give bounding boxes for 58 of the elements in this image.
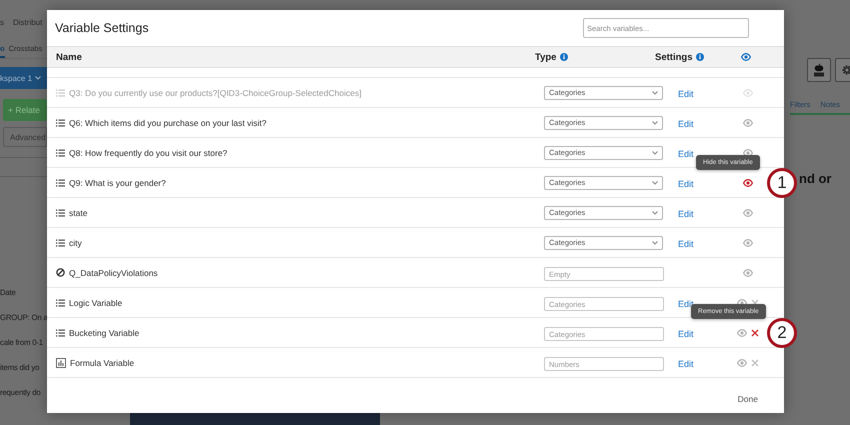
close-icon[interactable] [751, 328, 759, 336]
heading-text: nd or [798, 171, 832, 186]
variable-name: state [69, 208, 88, 218]
chevron-icon [652, 120, 658, 124]
variable-name: Q6: Which items did you purchase on your last visit? [69, 118, 266, 128]
eye-icon[interactable] [743, 148, 753, 156]
edit-link[interactable]: Edit [678, 148, 694, 158]
variable-name: Q_DataPolicyViolations [69, 268, 158, 278]
app-tab[interactable]: s [0, 18, 4, 32]
list-icon [56, 328, 65, 336]
edit-link[interactable]: Edit [678, 328, 694, 338]
list-icon [56, 208, 65, 216]
list-icon [56, 148, 65, 156]
app-tab[interactable]: Distribut [13, 18, 42, 32]
step-marker: 2 [767, 318, 797, 348]
edit-link[interactable]: Edit [678, 298, 694, 308]
blocked-icon [56, 268, 65, 277]
column-header: Name [55, 52, 83, 62]
workspace-dropdown[interactable]: kspace 1 [0, 67, 47, 89]
done-button[interactable]: Done [732, 392, 764, 404]
advanced-button[interactable]: Advanced [3, 127, 47, 147]
edit-link[interactable]: Edit [678, 238, 694, 248]
chevron-icon [652, 210, 658, 214]
toolbar-button[interactable] [807, 58, 831, 82]
eye-icon[interactable] [743, 178, 753, 186]
bar-chart-icon [56, 358, 66, 368]
edit-link[interactable]: Edit [678, 118, 694, 128]
variable-name: Q8: How frequently do you visit our store? [69, 148, 228, 158]
eye-icon[interactable] [741, 53, 751, 61]
dialog-title: Variable Settings [55, 21, 149, 35]
variable-name: Q9: What is your gender? [69, 178, 166, 188]
step-marker: 1 [767, 168, 797, 198]
column-header: Settings [655, 52, 692, 62]
list-icon [56, 118, 65, 126]
info-icon[interactable] [560, 53, 568, 61]
edit-link[interactable]: Edit [678, 88, 694, 98]
chevron-icon [652, 150, 658, 154]
relate-button[interactable]: + Relate [3, 99, 47, 121]
variable-name: Formula Variable [70, 358, 134, 368]
info-icon[interactable] [696, 53, 704, 61]
chevron-icon [35, 76, 42, 80]
edit-link[interactable]: Edit [678, 358, 694, 368]
variable-name: Logic Variable [69, 298, 122, 308]
edit-link[interactable]: Edit [678, 208, 694, 218]
variable-name: Bucketing Variable [69, 328, 140, 338]
list-icon [56, 298, 65, 306]
variable-name: Q3: Do you currently use our products?[QID3-ChoiceGroup-SelectedChoices] [69, 88, 362, 98]
apple-icon [813, 63, 825, 77]
gear-icon [841, 64, 850, 76]
variable-name: city [69, 238, 82, 248]
edit-link[interactable]: Edit [678, 178, 694, 188]
chevron-icon [652, 90, 658, 94]
column-header: Type [535, 52, 556, 62]
list-icon [56, 88, 65, 96]
list-icon [56, 238, 65, 246]
chevron-icon [652, 180, 658, 184]
list-icon [56, 178, 65, 186]
chevron-icon [652, 240, 658, 244]
